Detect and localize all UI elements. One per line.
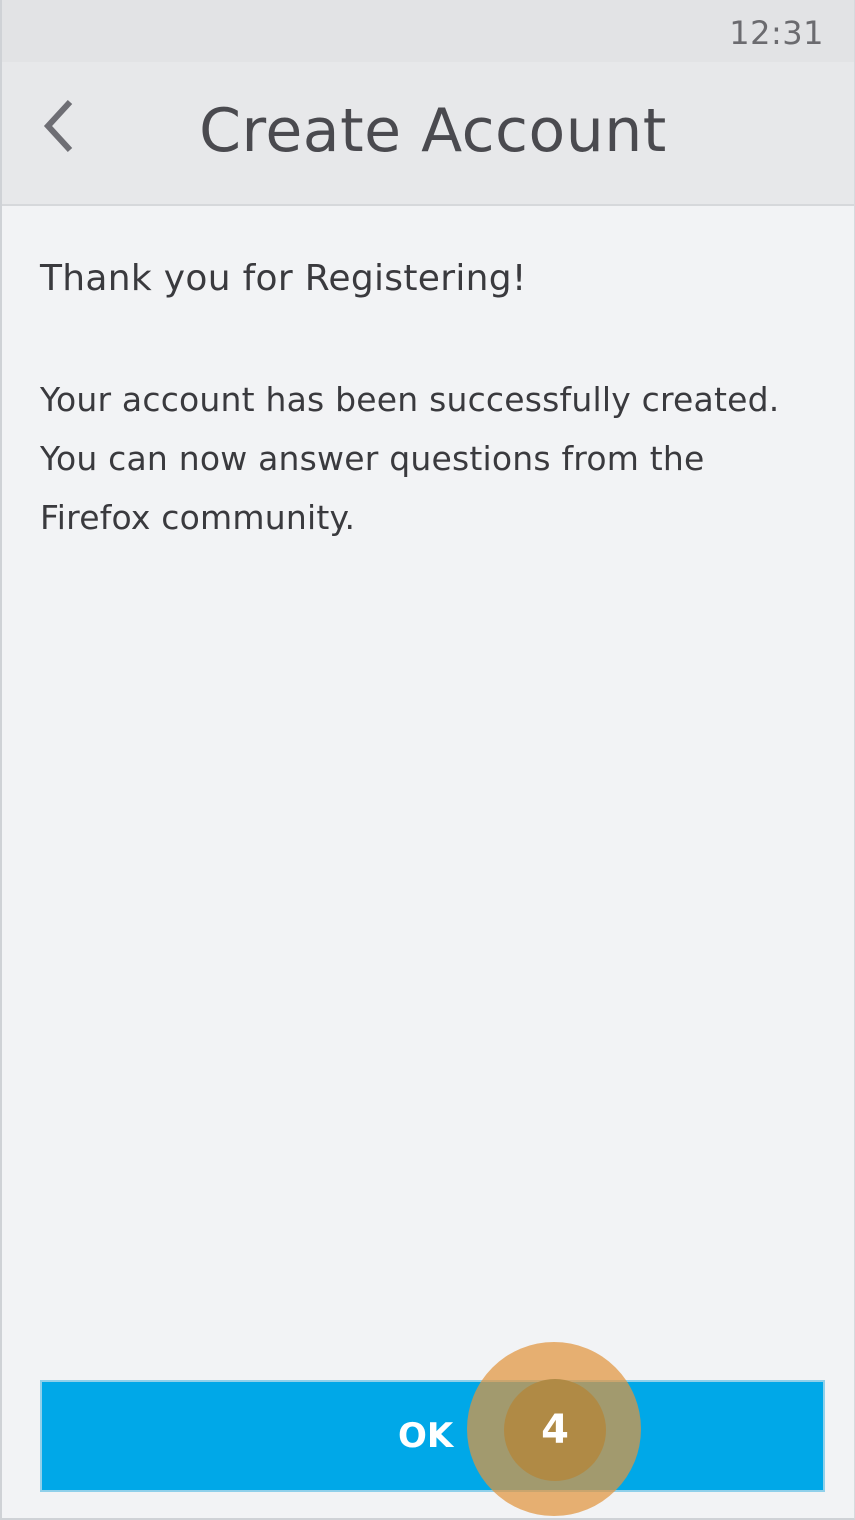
status-bar: 12:31: [2, 0, 854, 62]
confirmation-message: Your account has been successfully creat…: [40, 380, 780, 537]
page-title: Create Account: [199, 96, 667, 166]
confirmation-heading: Thank you for Registering!: [40, 258, 527, 299]
app-header: Create Account: [2, 62, 854, 206]
ok-button-label: OK: [398, 1416, 454, 1456]
app-screen: 12:31 Create Account Thank you for Regis…: [0, 0, 855, 1520]
ok-button[interactable]: OK: [40, 1380, 825, 1492]
status-time: 12:31: [729, 14, 824, 52]
